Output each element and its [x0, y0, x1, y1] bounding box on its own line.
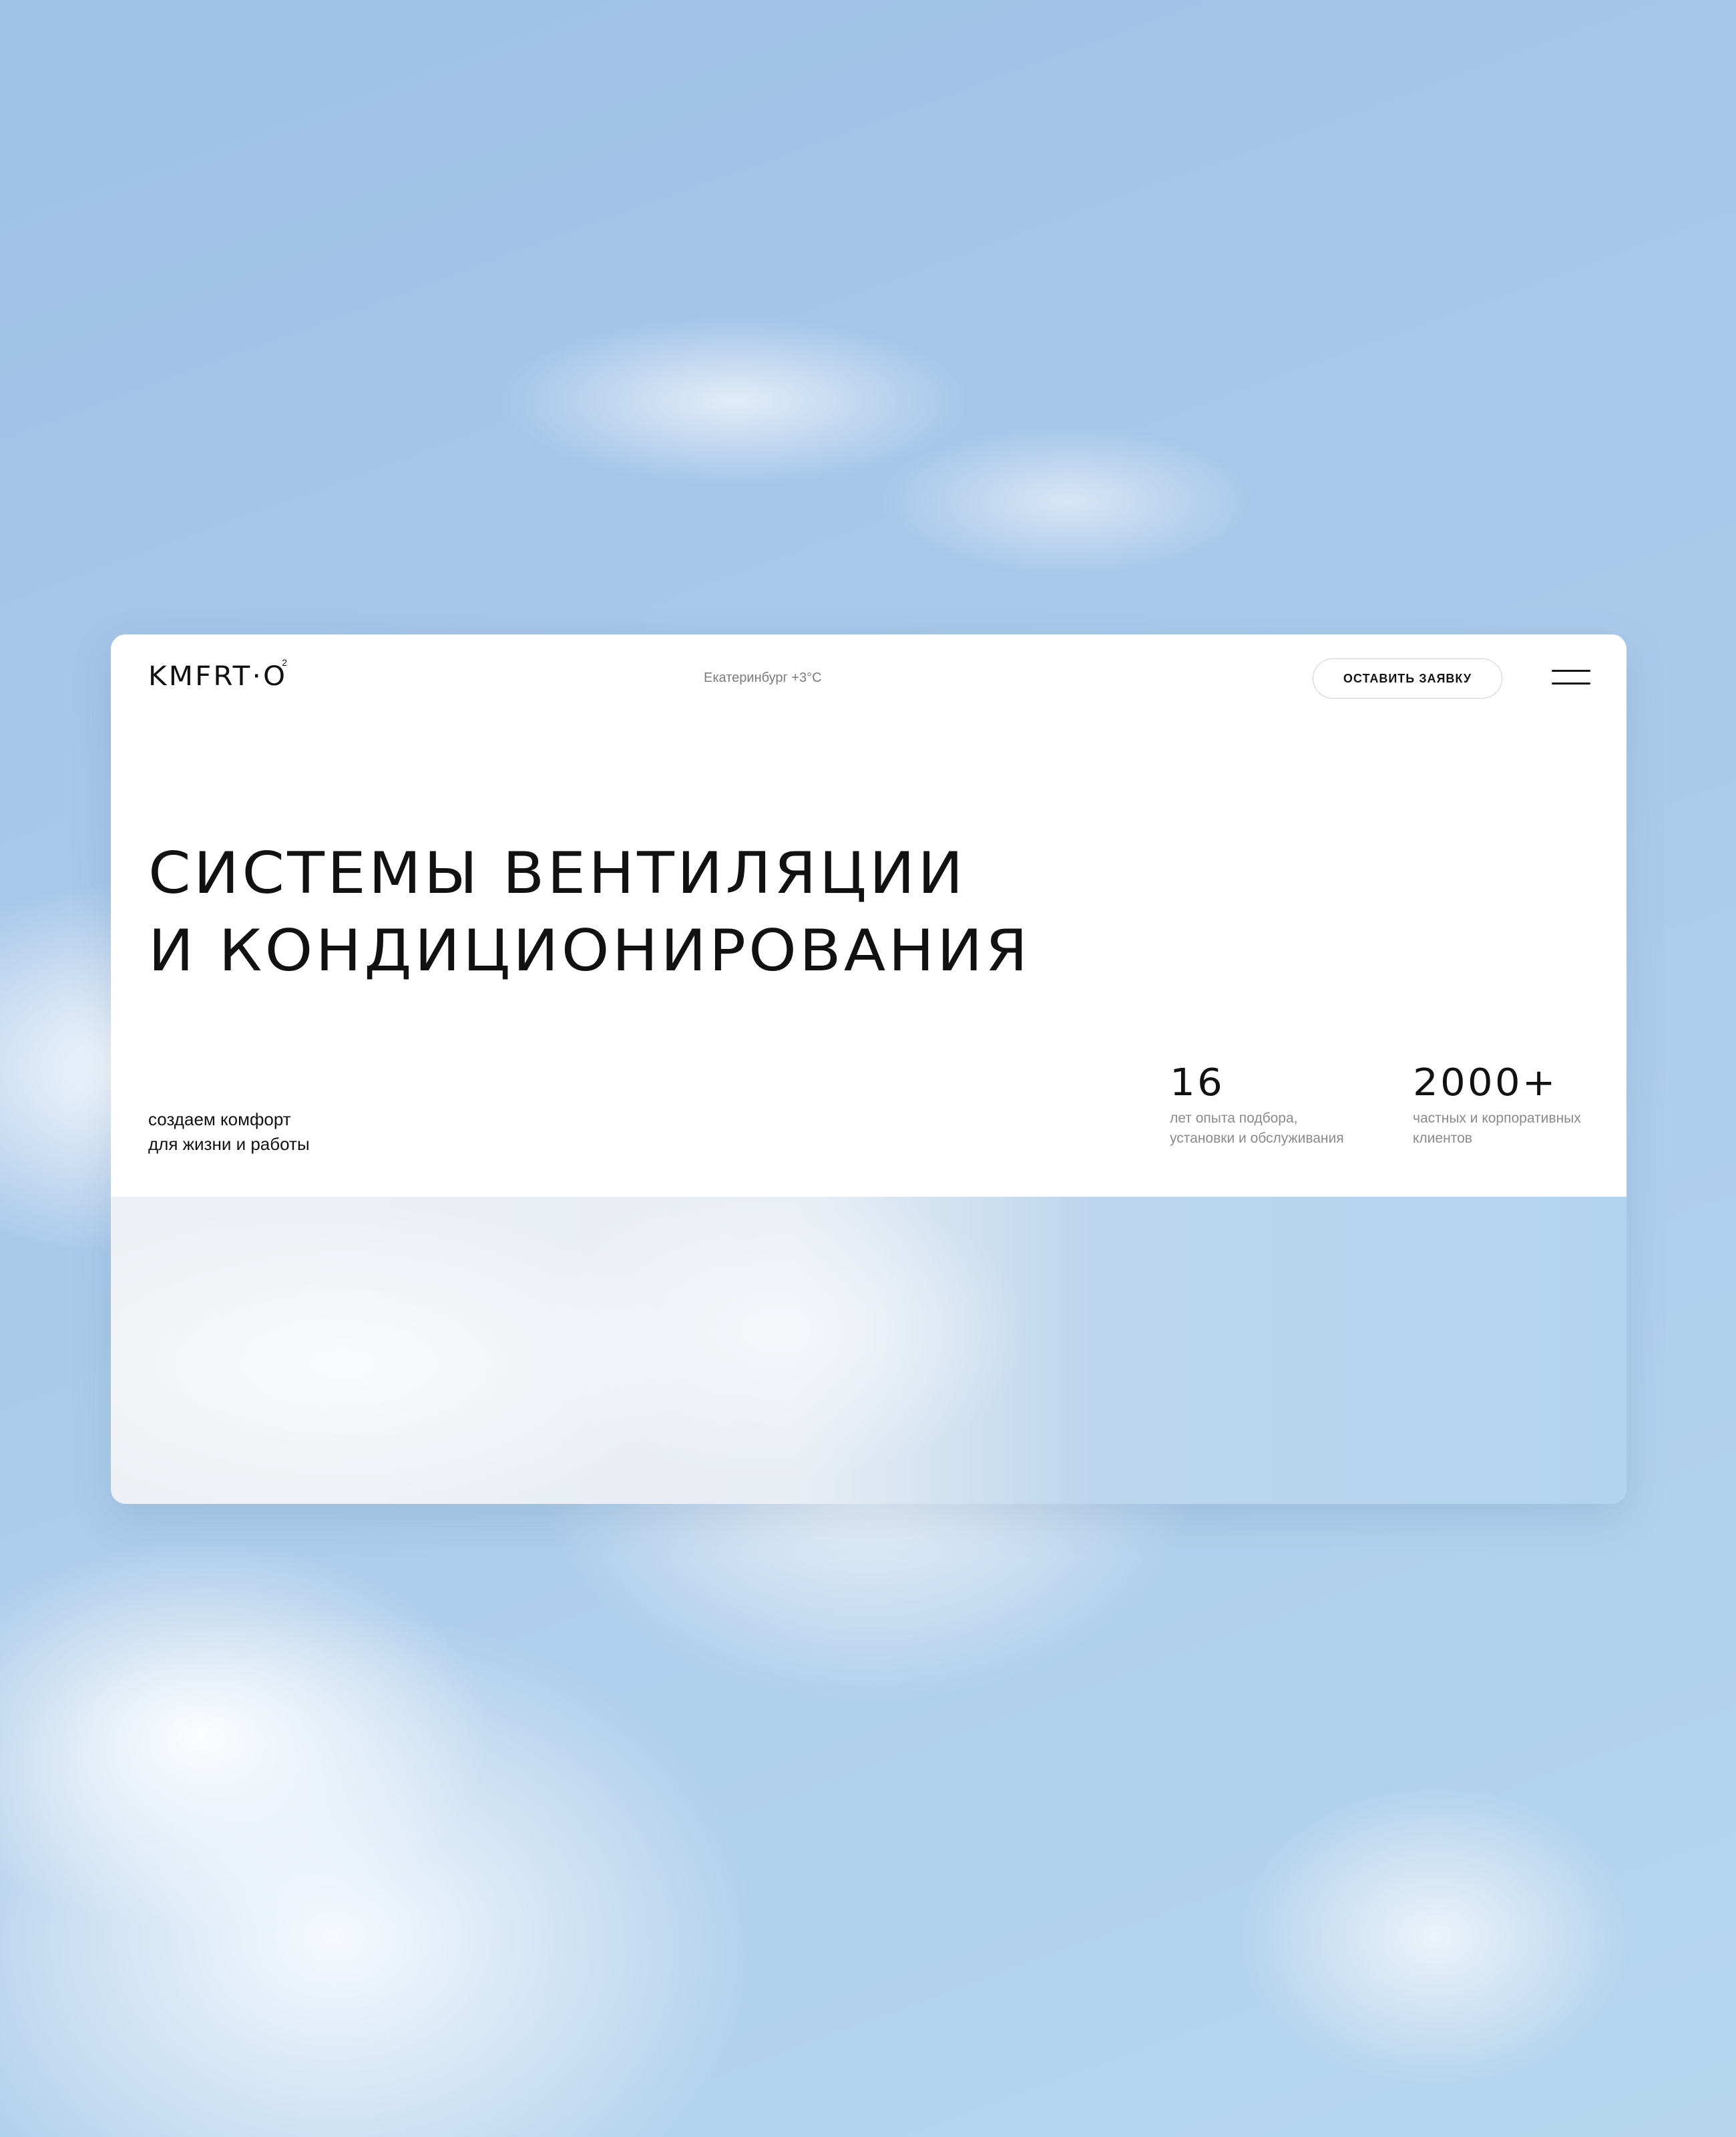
hamburger-icon[interactable] [1552, 668, 1590, 687]
hero-sky-image [111, 1197, 1626, 1504]
tagline-line: для жизни и работы [148, 1134, 310, 1154]
stat-number: 16 [1170, 1061, 1225, 1105]
hero-card: KMFRT·O 2 Екатеринбург +3°С ОСТАВИТЬ ЗАЯ… [111, 634, 1626, 1504]
stat-description: частных и корпоративных клиентов [1413, 1109, 1581, 1149]
logo[interactable]: KMFRT·O 2 [148, 657, 288, 692]
stat-number: 2000+ [1413, 1061, 1558, 1105]
headline-line: СИСТЕМЫ ВЕНТИЛЯЦИИ [148, 840, 966, 907]
stat-clients: 2000+ частных и корпоративных клиентов [1413, 1062, 1581, 1149]
tagline-line: создаем комфорт [148, 1109, 291, 1129]
headline-line: И КОНДИЦИОНИРОВАНИЯ [148, 918, 1031, 984]
stat-desc-line: частных и корпоративных [1413, 1111, 1581, 1126]
hamburger-line [1552, 670, 1590, 672]
stat-desc-line: установки и обслуживания [1170, 1131, 1344, 1146]
stat-desc-line: лет опыта подбора, [1170, 1111, 1298, 1126]
stat-desc-line: клиентов [1413, 1131, 1472, 1146]
hero-tagline: создаем комфорт для жизни и работы [148, 1107, 310, 1157]
leave-request-button[interactable]: ОСТАВИТЬ ЗАЯВКУ [1313, 658, 1502, 699]
hero-headline: СИСТЕМЫ ВЕНТИЛЯЦИИ И КОНДИЦИОНИРОВАНИЯ [148, 835, 1030, 990]
logo-text: KMFRT·O [148, 661, 288, 692]
hero-panel: KMFRT·O 2 Екатеринбург +3°С ОСТАВИТЬ ЗАЯ… [111, 634, 1626, 1197]
city-weather: Екатеринбург +3°С [704, 670, 822, 685]
stat-years: 16 лет опыта подбора, установки и обслуж… [1170, 1062, 1344, 1149]
hamburger-line [1552, 683, 1590, 685]
stat-description: лет опыта подбора, установки и обслужива… [1170, 1109, 1344, 1149]
